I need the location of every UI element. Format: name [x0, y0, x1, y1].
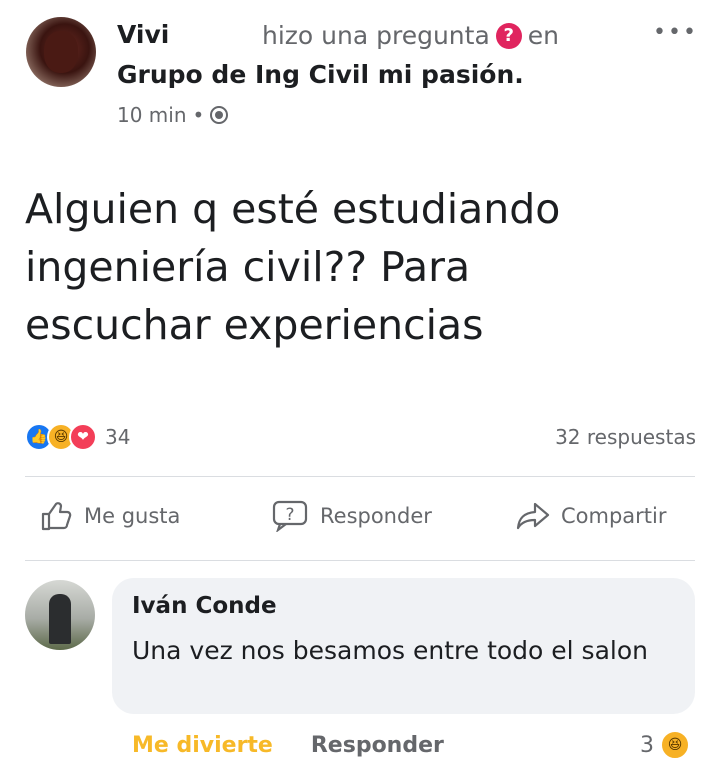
avatar-photo	[44, 31, 78, 73]
svg-text:?: ?	[285, 505, 294, 525]
action-bar: Me gusta ? Responder Compartir	[0, 500, 720, 544]
divider-top	[25, 476, 695, 477]
reaction-count: 34	[105, 425, 131, 449]
avatar-photo	[49, 594, 71, 644]
comment-actions: Me divierte Responder	[132, 733, 444, 758]
comment-reaction-summary[interactable]: 3 😆	[640, 730, 690, 760]
share-label: Compartir	[561, 504, 667, 528]
comment-text: Una vez nos besamos entre todo el salon	[132, 636, 648, 665]
group-name[interactable]: Grupo de Ing Civil mi pasión.	[117, 60, 524, 89]
thumbs-up-icon	[41, 502, 72, 531]
reaction-summary[interactable]: 👍 😆 ❤ 34	[25, 423, 130, 451]
comment-reaction-button[interactable]: Me divierte	[132, 733, 273, 758]
commenter-avatar[interactable]	[25, 580, 95, 650]
responses-count[interactable]: 32 respuestas	[555, 425, 696, 449]
meta-separator: •	[192, 103, 205, 127]
globe-icon	[210, 106, 229, 124]
action-suffix: en	[527, 21, 560, 50]
more-options-button[interactable]: •••	[653, 20, 698, 45]
love-icon: ❤	[69, 423, 97, 451]
comment-reply-button[interactable]: Responder	[311, 733, 444, 758]
commenter-name[interactable]: Iván Conde	[132, 593, 277, 619]
post-text: Alguien q esté estudiando ingeniería civ…	[25, 185, 561, 349]
share-arrow-icon	[516, 502, 550, 530]
post-action: hizo una pregunta ? en	[262, 21, 559, 50]
share-button[interactable]: Compartir	[515, 500, 667, 532]
like-label: Me gusta	[84, 504, 181, 528]
action-text: hizo una pregunta	[262, 21, 490, 50]
like-button[interactable]: Me gusta	[40, 500, 180, 532]
author-avatar[interactable]	[26, 17, 96, 87]
question-bubble-icon: ?	[272, 500, 308, 532]
reply-button[interactable]: ? Responder	[272, 500, 432, 532]
comment-reaction-count: 3	[640, 732, 654, 758]
question-badge-icon: ?	[495, 22, 522, 49]
post-meta: 10 min •	[117, 103, 229, 127]
divider-bottom	[25, 560, 695, 561]
reply-label: Responder	[320, 504, 432, 528]
post-time[interactable]: 10 min	[117, 103, 187, 127]
haha-icon: 😆	[660, 730, 690, 760]
author-name[interactable]: Vivi	[117, 20, 169, 49]
